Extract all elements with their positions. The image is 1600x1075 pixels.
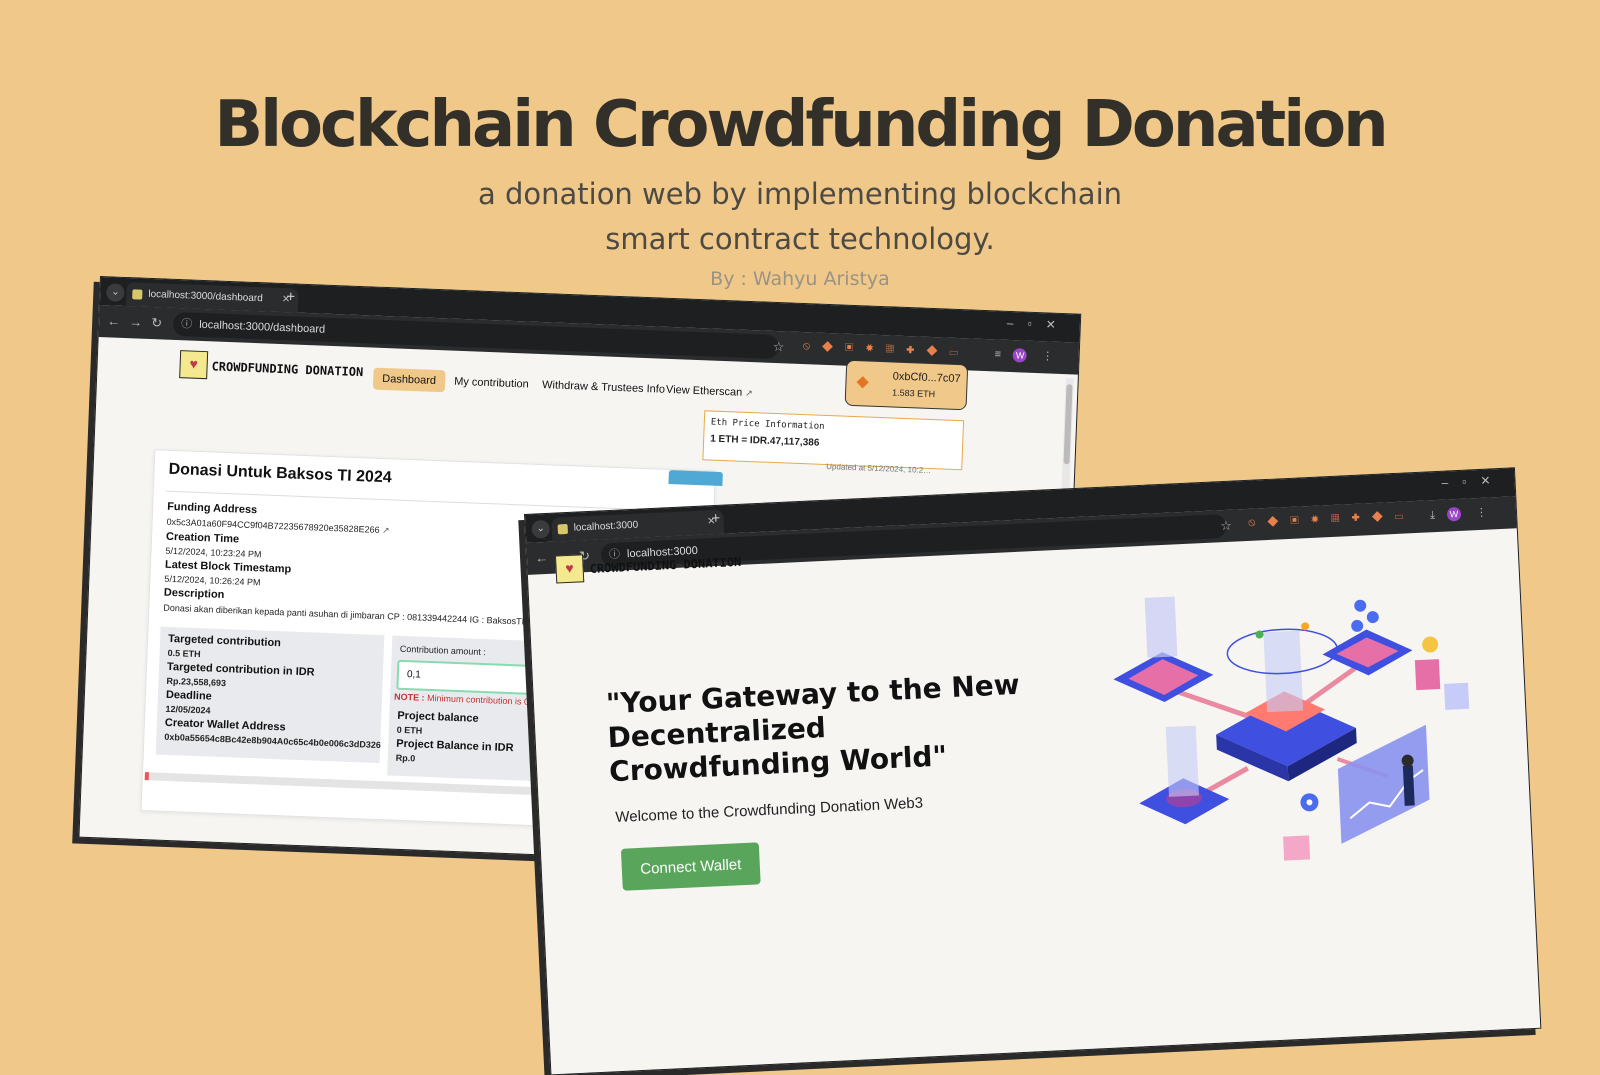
target-stats-panel: Targeted contribution 0.5 ETH Targeted c… bbox=[155, 626, 385, 764]
external-link-icon: ↗ bbox=[745, 387, 754, 399]
deadline-value: 12/05/2024 bbox=[165, 703, 211, 716]
back-arrow-icon[interactable]: ← bbox=[107, 313, 121, 328]
latest-block-value: 5/12/2024, 10:26:24 PM bbox=[164, 573, 261, 588]
gear-icon bbox=[1300, 793, 1319, 812]
brand-name: CROWDFUNDING DONATION bbox=[211, 359, 364, 380]
hero-title: Blockchain Crowdfunding Donation bbox=[214, 88, 1388, 162]
central-server-icon bbox=[1216, 622, 1357, 782]
creation-time-label: Creation Time bbox=[165, 530, 240, 546]
funding-address-label: Funding Address bbox=[166, 500, 258, 517]
url-text: localhost:3000/dashboard bbox=[198, 318, 326, 336]
welcome-text: Welcome to the Crowdfunding Donation Web… bbox=[614, 794, 924, 827]
balance-label: Project balance bbox=[397, 709, 479, 725]
nav-my-contribution[interactable]: My contribution bbox=[445, 370, 538, 396]
eth-price-box: Eth Price Information 1 ETH = IDR.47,117… bbox=[702, 410, 965, 475]
tab-title: localhost:3000 bbox=[573, 519, 639, 534]
balance-idr-label: Project Balance in IDR bbox=[396, 737, 514, 755]
wallet-address: 0xbCf0...7c07 bbox=[892, 370, 961, 386]
nav-view-etherscan[interactable]: View Etherscan ↗ bbox=[657, 378, 763, 404]
extensions-icons[interactable]: ⦸◆▣✸▦✚◆▭ bbox=[1248, 509, 1416, 530]
scrollbar-thumb[interactable] bbox=[1063, 384, 1073, 465]
creator-label: Creator Wallet Address bbox=[164, 716, 286, 734]
nav-dashboard[interactable]: Dashboard bbox=[372, 367, 446, 393]
targeted-idr-value: Rp.23,558,693 bbox=[166, 675, 227, 689]
targeted-value: 0.5 ETH bbox=[167, 647, 201, 660]
hero-headline: "Your Gateway to the New Decentralized C… bbox=[605, 667, 1021, 789]
balance-value: 0 ETH bbox=[396, 724, 423, 736]
reload-icon[interactable]: ↻ bbox=[151, 315, 162, 331]
new-tab-icon[interactable]: + bbox=[711, 510, 721, 527]
forward-arrow-icon[interactable]: → bbox=[129, 314, 143, 329]
toolbar-icons[interactable]: ≡ W ⋮ bbox=[994, 347, 1065, 364]
logo-icon: ♥ bbox=[554, 554, 585, 584]
card-header-stub bbox=[668, 469, 723, 487]
back-arrow-icon[interactable]: ← bbox=[535, 550, 549, 566]
favicon-icon bbox=[557, 523, 568, 535]
tab-search-icon[interactable]: ⌄ bbox=[106, 283, 125, 302]
blockchain-isometric-illustration bbox=[1113, 596, 1470, 861]
nav-withdraw-trustees[interactable]: Withdraw & Trustees Info bbox=[533, 374, 675, 401]
profile-avatar[interactable]: W bbox=[1012, 348, 1028, 363]
favicon-icon bbox=[132, 289, 143, 300]
deadline-label: Deadline bbox=[165, 688, 213, 703]
database-node-icon bbox=[1139, 725, 1230, 825]
nav-etherscan-label: View Etherscan bbox=[665, 383, 743, 399]
description-value: Donasi akan diberikan kepada panti asuha… bbox=[163, 602, 545, 628]
new-tab-icon[interactable]: + bbox=[286, 288, 295, 305]
tab-search-icon[interactable]: ⌄ bbox=[531, 519, 551, 539]
window-controls[interactable]: –▫✕ bbox=[1007, 316, 1070, 332]
eth-price-title: Eth Price Information bbox=[710, 417, 825, 432]
wallet-balance: 1.583 ETH bbox=[891, 387, 936, 400]
description-label: Description bbox=[163, 586, 225, 602]
site-info-icon[interactable]: ⓘ bbox=[181, 312, 193, 336]
toolbar-icons[interactable]: ⤓ W ⋮ bbox=[1430, 505, 1500, 522]
phone-node-icon bbox=[1113, 596, 1214, 703]
campaign-title: Donasi Untuk Baksos TI 2024 bbox=[168, 460, 392, 487]
wallet-chip[interactable]: ◆ 0xbCf0...7c07 1.583 ETH bbox=[844, 359, 969, 411]
star-icon[interactable]: ☆ bbox=[772, 339, 785, 355]
contribution-label: Contribution amount : bbox=[399, 643, 487, 658]
note-prefix: NOTE : bbox=[393, 691, 425, 703]
eth-price-updated: Updated at 5/12/2024, 10:2… bbox=[826, 462, 932, 476]
latest-block-label: Latest Block Timestamp bbox=[164, 558, 292, 576]
tab-title: localhost:3000/dashboard bbox=[148, 288, 263, 305]
creation-time-value: 5/12/2024, 10:23:24 PM bbox=[165, 545, 262, 560]
balance-idr-value: Rp.0 bbox=[395, 752, 416, 764]
connect-wallet-button[interactable]: Connect Wallet bbox=[620, 842, 761, 891]
landing-browser-window: ⌄ localhost:3000 ✕ + –▫✕ ← → ↻ ⓘ localho… bbox=[524, 467, 1542, 1075]
coins-node-icon bbox=[1322, 599, 1413, 676]
profile-avatar[interactable]: W bbox=[1446, 506, 1462, 522]
window-controls[interactable]: –▫✕ bbox=[1441, 473, 1505, 490]
targeted-label: Targeted contribution bbox=[167, 632, 282, 650]
hero-subtitle: a donation web by implementing blockchai… bbox=[477, 177, 1123, 256]
external-link-icon: ↗ bbox=[381, 525, 390, 536]
creator-value: 0xb0a55654c8Bc42e8b904A0c65c4b0e006c3dD3… bbox=[164, 731, 382, 751]
logo-icon: ♥ bbox=[179, 350, 209, 380]
metamask-fox-icon: ◆ bbox=[856, 373, 870, 391]
eth-price-value: 1 ETH = IDR.47,117,386 bbox=[709, 433, 820, 449]
extensions-icons[interactable]: ⦸◆▣✸▦✚◆▭ bbox=[803, 340, 970, 359]
lightbulb-icon bbox=[1414, 636, 1441, 691]
funding-progress-fill bbox=[144, 772, 150, 781]
star-icon[interactable]: ☆ bbox=[1220, 518, 1232, 535]
